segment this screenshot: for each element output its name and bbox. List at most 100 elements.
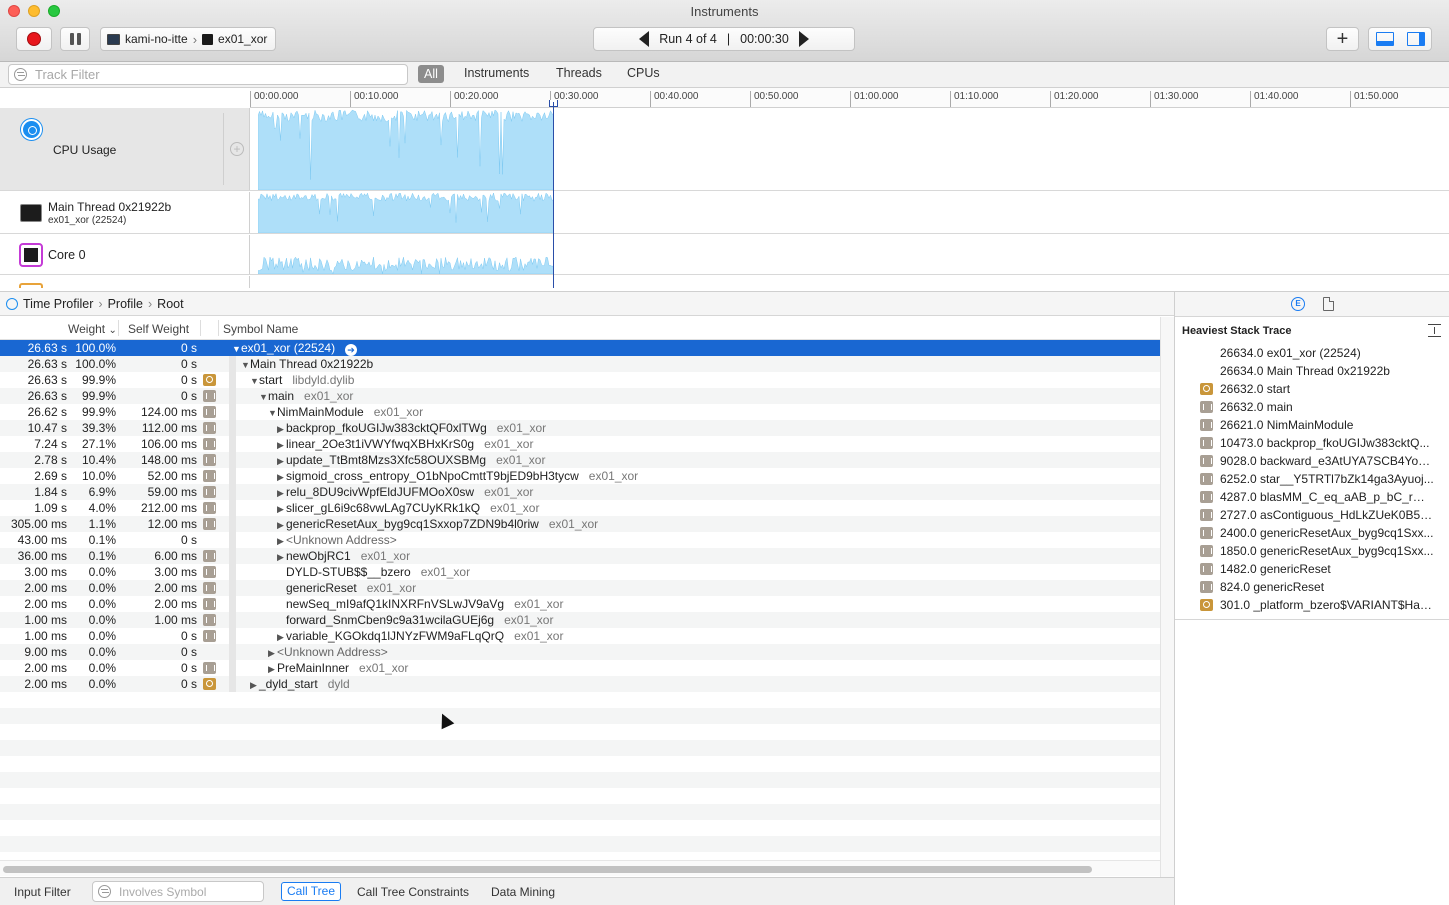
inspector-panel-toggle-icon[interactable] (1406, 32, 1425, 46)
weight-cell: 36.00 ms (17, 549, 67, 563)
stack-frame[interactable]: 10473.0 backprop_fkoUGIJw383cktQ... (1175, 434, 1449, 452)
add-instrument-button[interactable]: + (1326, 27, 1359, 51)
call-tree-row[interactable]: 36.00 ms 0.1% 6.00 ms ▶ newObjRC1 ex01_xor (0, 548, 1160, 564)
disclosure-triangle-icon[interactable]: ▶ (268, 645, 277, 661)
next-run-icon[interactable] (798, 31, 809, 47)
disclosure-triangle-icon[interactable]: ▼ (232, 341, 241, 357)
stack-frame[interactable]: 2727.0 asContiguous_HdLkZUeK0B5v... (1175, 506, 1449, 524)
call-tree-row[interactable]: 305.00 ms 1.1% 12.00 ms ▶ genericResetAux_by… (0, 516, 1160, 532)
disclosure-triangle-icon[interactable]: ▶ (250, 677, 259, 693)
column-symbol-name[interactable]: Symbol Name (223, 322, 298, 336)
breadcrumb-time-profiler[interactable]: Time Profiler (23, 297, 93, 311)
record-button[interactable] (16, 27, 52, 51)
pause-button[interactable] (60, 27, 90, 51)
disclosure-triangle-icon[interactable]: ▼ (259, 389, 268, 405)
stack-frame[interactable]: 26632.0 start (1175, 380, 1449, 398)
call-tree-row[interactable]: 1.09 s 4.0% 212.00 ms ▶ slicer_gL6i9c68vwLAg… (0, 500, 1160, 516)
disclosure-triangle-icon[interactable]: ▶ (277, 469, 286, 485)
main-thread-track-header[interactable]: Main Thread 0x21922b ex01_xor (22524) (0, 192, 250, 233)
track-filter-field[interactable] (8, 64, 408, 85)
call-tree-row[interactable]: 26.63 s 100.0% 0 s ▼Main Thread 0x21922b (0, 356, 1160, 372)
scope-cpus[interactable]: CPUs (627, 66, 660, 80)
call-tree-row[interactable]: 7.24 s 27.1% 106.00 ms ▶ linear_2Oe3t1iVWYfw… (0, 436, 1160, 452)
main-thread-track[interactable]: Main Thread 0x21922b ex01_xor (22524) (0, 192, 1449, 234)
collapse-icon[interactable] (1428, 324, 1441, 337)
involves-symbol-field[interactable] (92, 881, 264, 902)
stack-frame-text: 10473.0 backprop_fkoUGIJw383cktQ... (1220, 436, 1430, 450)
call-tree-row[interactable]: 26.63 s 100.0% 0 s ▼ex01_xor (22524) ➔ (0, 340, 1160, 356)
scrollbar-thumb[interactable] (3, 866, 1092, 873)
target-selector[interactable]: kami-no-itte › ex01_xor (100, 27, 276, 51)
stack-frame[interactable]: 2400.0 genericResetAux_byg9cq1Sxx... (1175, 524, 1449, 542)
disclosure-triangle-icon[interactable]: ▼ (241, 357, 250, 373)
stack-frame[interactable]: 824.0 genericReset (1175, 578, 1449, 596)
go-to-arrow-icon[interactable]: ➔ (345, 344, 358, 356)
disclosure-triangle-icon[interactable]: ▶ (277, 517, 286, 533)
disclosure-triangle-icon[interactable]: ▶ (277, 629, 286, 645)
scope-threads[interactable]: Threads (556, 66, 602, 80)
call-tree-row[interactable]: 2.00 ms 0.0% 0 s ▶ _dyld_start dyld (0, 676, 1160, 692)
call-tree-constraints-button[interactable]: Call Tree Constraints (357, 885, 469, 899)
involves-symbol-input[interactable] (119, 884, 249, 899)
call-tree-row[interactable]: 2.00 ms 0.0% 0 s ▶ PreMainInner ex01_xor (0, 660, 1160, 676)
call-tree-row[interactable]: 3.00 ms 0.0% 3.00 ms DYLD-STUB$$__bzero ex01… (0, 564, 1160, 580)
previous-run-icon[interactable] (639, 31, 650, 47)
track-filter-input[interactable] (35, 67, 375, 82)
document-icon[interactable] (1323, 297, 1334, 311)
disclosure-triangle-icon[interactable]: ▶ (277, 421, 286, 437)
stack-frame[interactable]: 26621.0 NimMainModule (1175, 416, 1449, 434)
stack-frame[interactable]: 26632.0 main (1175, 398, 1449, 416)
disclosure-triangle-icon[interactable]: ▶ (277, 501, 286, 517)
stack-frame[interactable]: 1850.0 genericResetAux_byg9cq1Sxx... (1175, 542, 1449, 560)
cpu-usage-track-header[interactable]: CPU Usage + (0, 108, 250, 190)
call-tree-row[interactable]: 1.00 ms 0.0% 1.00 ms forward_SnmCben9c9a31w… (0, 612, 1160, 628)
column-self-weight[interactable]: Self Weight (128, 322, 189, 336)
call-tree-row[interactable]: 2.00 ms 0.0% 2.00 ms newSeq_mI9afQ1kINXRFnV… (0, 596, 1160, 612)
cpu-usage-track[interactable]: CPU Usage + (0, 108, 1449, 191)
stack-frame[interactable]: 9028.0 backward_e3AtUYA7SCB4YoK... (1175, 452, 1449, 470)
call-tree-row[interactable]: 2.00 ms 0.0% 2.00 ms genericReset ex01_xor (0, 580, 1160, 596)
extended-detail-icon[interactable]: E (1291, 297, 1305, 311)
stack-frame[interactable]: 4287.0 blasMM_C_eq_aAB_p_bC_rWHB... (1175, 488, 1449, 506)
add-track-icon[interactable]: + (230, 142, 244, 156)
column-weight[interactable]: Weight ⌄ (68, 322, 117, 336)
call-tree-row[interactable]: 43.00 ms 0.1% 0 s ▶ <Unknown Address> (0, 532, 1160, 548)
weight-percent-cell: 27.1% (81, 437, 116, 451)
disclosure-triangle-icon[interactable]: ▶ (277, 533, 286, 549)
weight-cell: 26.63 s (27, 389, 67, 403)
scope-instruments[interactable]: Instruments (464, 66, 529, 80)
detail-panel-toggle-icon[interactable] (1375, 32, 1394, 46)
call-tree-row[interactable]: 2.78 s 10.4% 148.00 ms ▶ update_TtBmt8Mzs3Xf… (0, 452, 1160, 468)
call-tree-row[interactable]: 1.84 s 6.9% 59.00 ms ▶ relu_8DU9civWpfEldJUF… (0, 484, 1160, 500)
call-tree-row[interactable]: 26.63 s 99.9% 0 s ▼start libdyld.dylib (0, 372, 1160, 388)
call-tree-button[interactable]: Call Tree (281, 882, 342, 901)
stack-frame[interactable]: 26634.0 Main Thread 0x21922b (1175, 362, 1449, 380)
call-tree-row[interactable]: 9.00 ms 0.0% 0 s ▶ <Unknown Address> (0, 644, 1160, 660)
stack-frame[interactable]: 1482.0 genericReset (1175, 560, 1449, 578)
symbol-name: genericReset (286, 581, 357, 595)
stack-frame[interactable]: 26634.0 ex01_xor (22524) (1175, 344, 1449, 362)
call-tree-row[interactable]: 2.69 s 10.0% 52.00 ms ▶ sigmoid_cross_entrop… (0, 468, 1160, 484)
call-tree-row[interactable]: 1.00 ms 0.0% 0 s ▶ variable_KGOkdq1lJNYzFWM9… (0, 628, 1160, 644)
horizontal-scrollbar[interactable] (0, 860, 1160, 876)
core-0-track-header[interactable]: Core 0 (0, 235, 250, 274)
core-0-track[interactable]: Core 0 (0, 235, 1449, 275)
disclosure-triangle-icon[interactable]: ▶ (277, 549, 286, 565)
scope-all[interactable]: All (418, 65, 444, 83)
stack-frame[interactable]: 6252.0 star__Y5TRTl7bZk14ga3Ayuoj... (1175, 470, 1449, 488)
symbol-name: main (268, 389, 295, 403)
data-mining-button[interactable]: Data Mining (491, 885, 555, 899)
call-tree-row[interactable]: 10.47 s 39.3% 112.00 ms ▶ backprop_fkoUGIJw3… (0, 420, 1160, 436)
call-tree-row[interactable]: 26.63 s 99.9% 0 s ▼main ex01_xor (0, 388, 1160, 404)
disclosure-triangle-icon[interactable]: ▶ (277, 485, 286, 501)
disclosure-triangle-icon[interactable]: ▶ (268, 661, 277, 677)
stack-frame[interactable]: 301.0 _platform_bzero$VARIANT$Has... (1175, 596, 1449, 614)
breadcrumb-profile[interactable]: Profile (108, 297, 143, 311)
disclosure-triangle-icon[interactable]: ▶ (277, 437, 286, 453)
breadcrumb-root[interactable]: Root (157, 297, 183, 311)
time-ruler[interactable]: 00:00.000 00:10.000 00:20.000 00:30.000 … (250, 88, 1449, 108)
disclosure-triangle-icon[interactable]: ▶ (277, 453, 286, 469)
disclosure-triangle-icon[interactable]: ▼ (268, 405, 277, 421)
call-tree-row[interactable]: 26.62 s 99.9% 124.00 ms ▼NimMainModule ex01_… (0, 404, 1160, 420)
disclosure-triangle-icon[interactable]: ▼ (250, 373, 259, 389)
